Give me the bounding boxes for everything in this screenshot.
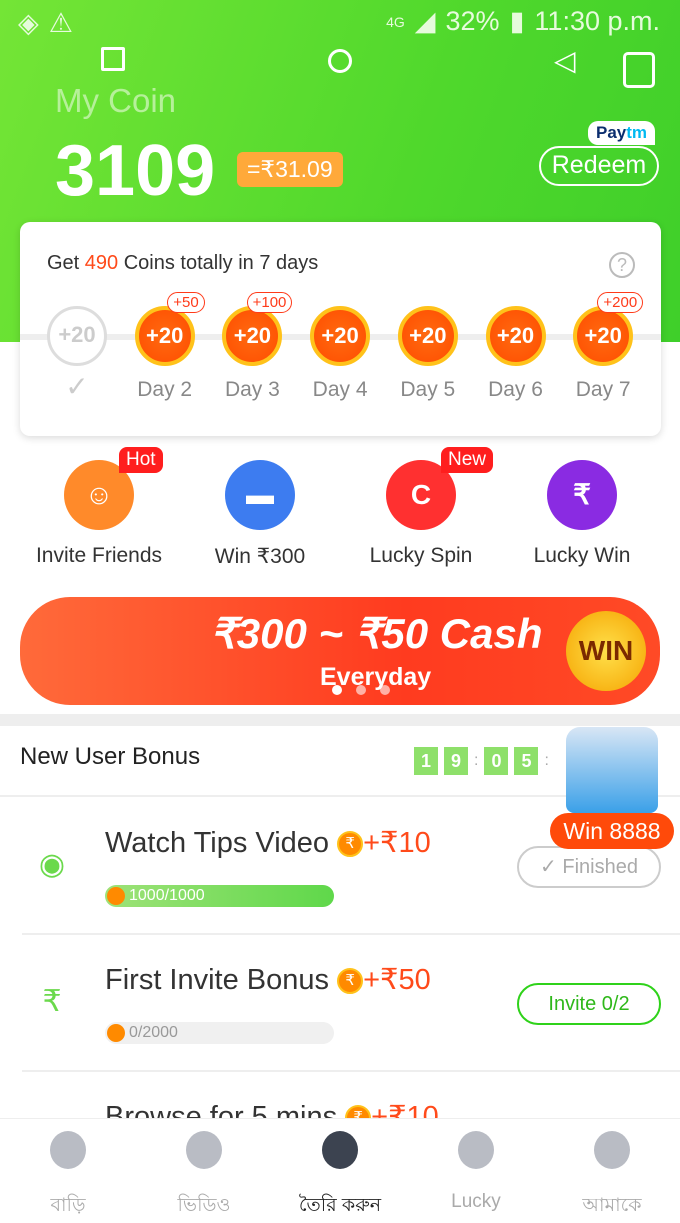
status-bar: ◈ ⚠ 4G ◢ 32% ▮ 11:30 p.m. [0,6,680,40]
profile-icon [594,1131,630,1169]
treasure-chest-icon[interactable] [566,727,658,813]
clipboard-icon[interactable] [623,52,655,88]
nav-label: তৈরি করুন [298,1195,382,1216]
nav-label: ভিডিও [177,1195,231,1216]
checkin-title: Get 490 Coins totally in 7 days [47,252,319,274]
feature-label: Lucky Spin [369,544,473,567]
day-label: ✓ [65,371,89,402]
task-title: Watch Tips Video ₹ +₹10 [105,827,431,859]
nav-item[interactable]: তৈরি করুন [272,1119,408,1216]
feature-label: Lucky Win [533,544,631,567]
checkin-day[interactable]: +20 +100 Day 3 [222,292,293,402]
help-icon[interactable]: ? [609,252,635,278]
home-icon[interactable] [328,49,352,73]
nav-label: বাড়ি [50,1195,86,1216]
task-icon: ₹ [42,985,62,1018]
checkin-day[interactable]: +20 Day 6 [485,306,546,402]
day-label: Day 5 [400,378,456,401]
day-label: Day 7 [575,378,631,401]
task-progress-bar: 0/2000 [105,1022,334,1044]
nav-item[interactable]: আমাকে [544,1119,680,1216]
checkin-day[interactable]: +20 Day 5 [397,306,458,402]
task-action-button[interactable]: ✓ Finished [517,846,661,888]
my-coin-label: My Coin [55,82,177,119]
feature-invite-friends[interactable]: ☺ Hot Invite Friends [14,447,184,568]
nav-item[interactable]: বাড়ি [0,1119,136,1216]
coin-icon: +20 [222,306,283,366]
checkin-day[interactable]: +20 +50 Day 2 [134,292,205,402]
video-icon [186,1131,222,1169]
cash-banner[interactable]: ₹300 ~ ₹50 Cash Everyday WIN [20,597,660,705]
bottom-nav: বাড়ি ভিডিও তৈরি করুন Lucky আমাকে [0,1118,680,1216]
task-action-button[interactable]: Invite 0/2 [517,983,661,1025]
warning-icon: ⚠ [48,8,73,38]
feature-icon: ▬ [225,460,295,530]
coin-balance: 3109 [55,131,216,211]
day-label: Day 6 [488,378,543,401]
rupee-value-badge: =₹31.09 [237,152,343,187]
checkin-day[interactable]: +20 Day 4 [310,306,371,402]
feature-icon: ₹ [547,460,617,530]
coin-icon: +20 [573,306,634,366]
tag-badge: Hot [119,447,163,473]
home-icon [50,1131,86,1169]
rupee-coin-icon: ₹ [337,831,364,857]
feature-label: Win ₹300 [214,545,306,568]
paytm-logo-text: Paytm [596,123,648,142]
feature-lucky-win[interactable]: ₹ Lucky Win [497,460,667,568]
coin-icon: +20 [485,306,546,366]
signal-icon: ◢ [414,6,436,36]
coin-icon: +20 [47,306,107,366]
countdown-timer: 19:05: [414,747,549,775]
divider [0,714,680,726]
bonus-badge: +200 [597,292,644,313]
coin-icon: +20 [134,306,195,366]
clock: 11:30 p.m. [534,6,660,36]
nav-label: Lucky [451,1191,501,1212]
battery-icon: ▮ [509,6,525,36]
recent-apps-icon[interactable] [101,47,125,71]
coin-icon: +20 [397,306,458,366]
win-coin-icon: WIN [566,611,646,691]
battery-text: 32% [445,6,500,36]
checkin-day[interactable]: +20 ✓ [47,306,107,403]
app-notification-icon: ◈ [18,8,39,38]
carousel-dots [332,685,390,695]
nav-label: আমাকে [582,1195,642,1216]
banner-title: ₹300 ~ ₹50 Cash [210,610,543,657]
task-icon: ◉ [38,848,66,881]
task-row: ₹ First Invite Bonus ₹ +₹50 0/2000 Invite … [22,936,680,1072]
task-title: First Invite Bonus ₹ +₹50 [105,964,431,996]
section-title: New User Bonus [20,743,201,770]
back-icon[interactable]: ◁ [554,44,576,77]
bonus-badge: +50 [167,292,205,313]
bonus-badge: +100 [246,292,293,313]
lucky-chip-icon [458,1131,494,1169]
win-8888-button[interactable]: Win 8888 [550,813,674,849]
checkin-day[interactable]: +20 +200 Day 7 [573,292,644,402]
feature-lucky-spin[interactable]: C New Lucky Spin [336,447,506,568]
nav-item[interactable]: Lucky [408,1119,544,1212]
day-label: Day 4 [312,378,368,401]
nav-item[interactable]: ভিডিও [136,1119,272,1216]
network-type: 4G [386,13,405,30]
day-label: Day 3 [224,378,280,401]
checkin-card: Get 490 Coins totally in 7 days ? +20 ✓ +2… [20,222,661,436]
redeem-button[interactable]: Redeem [539,146,659,186]
feature-label: Invite Friends [35,544,163,567]
task-progress-bar: 1000/1000 [105,885,334,907]
tag-badge: New [441,447,494,473]
paytm-logo: Paytm [588,121,656,145]
money-bag-icon [322,1131,358,1169]
day-label: Day 2 [137,378,193,401]
feature-win-300[interactable]: ▬ Win ₹300 [175,460,345,569]
coin-icon: +20 [310,306,371,366]
rupee-coin-icon: ₹ [337,968,364,994]
